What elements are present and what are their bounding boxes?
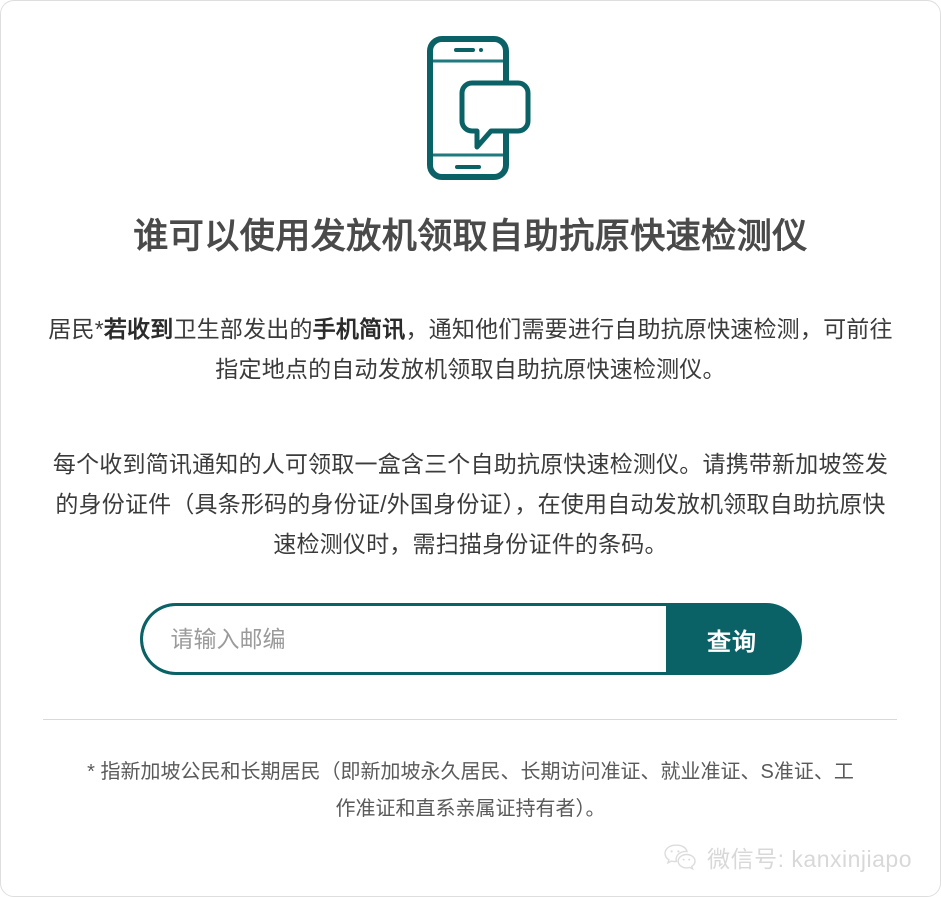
hero-illustration [1, 31, 940, 181]
wechat-watermark: 微信号: kanxinjiapo [663, 840, 912, 874]
postal-code-input[interactable] [142, 606, 666, 672]
search-submit-button[interactable]: 查询 [665, 606, 799, 672]
paragraph-2: 每个收到简讯通知的人可领取一盒含三个自助抗原快速检测仪。请携带新加坡签发的身份证… [52, 451, 889, 557]
footnote: * 指新加坡公民和长期居民（即新加坡永久居民、长期访问准证、就业准证、S准证、工… [87, 761, 854, 820]
body-copy: 居民*若收到卫生部发出的手机简讯，通知他们需要进行自助抗原快速检测，可前往指定地… [47, 309, 894, 564]
phone-message-icon [411, 31, 531, 181]
search-pill: 查询 [139, 603, 802, 675]
wechat-icon [663, 843, 697, 871]
wechat-watermark-text: 微信号: kanxinjiapo [707, 846, 912, 872]
postal-code-search: 查询 [1, 603, 940, 675]
info-card: 谁可以使用发放机领取自助抗原快速检测仪 居民*若收到卫生部发出的手机简讯，通知他… [0, 0, 941, 897]
paragraph-1: 居民*若收到卫生部发出的手机简讯，通知他们需要进行自助抗原快速检测，可前往指定地… [48, 316, 893, 382]
page-title: 谁可以使用发放机领取自助抗原快速检测仪 [133, 217, 808, 256]
section-divider [43, 719, 897, 720]
